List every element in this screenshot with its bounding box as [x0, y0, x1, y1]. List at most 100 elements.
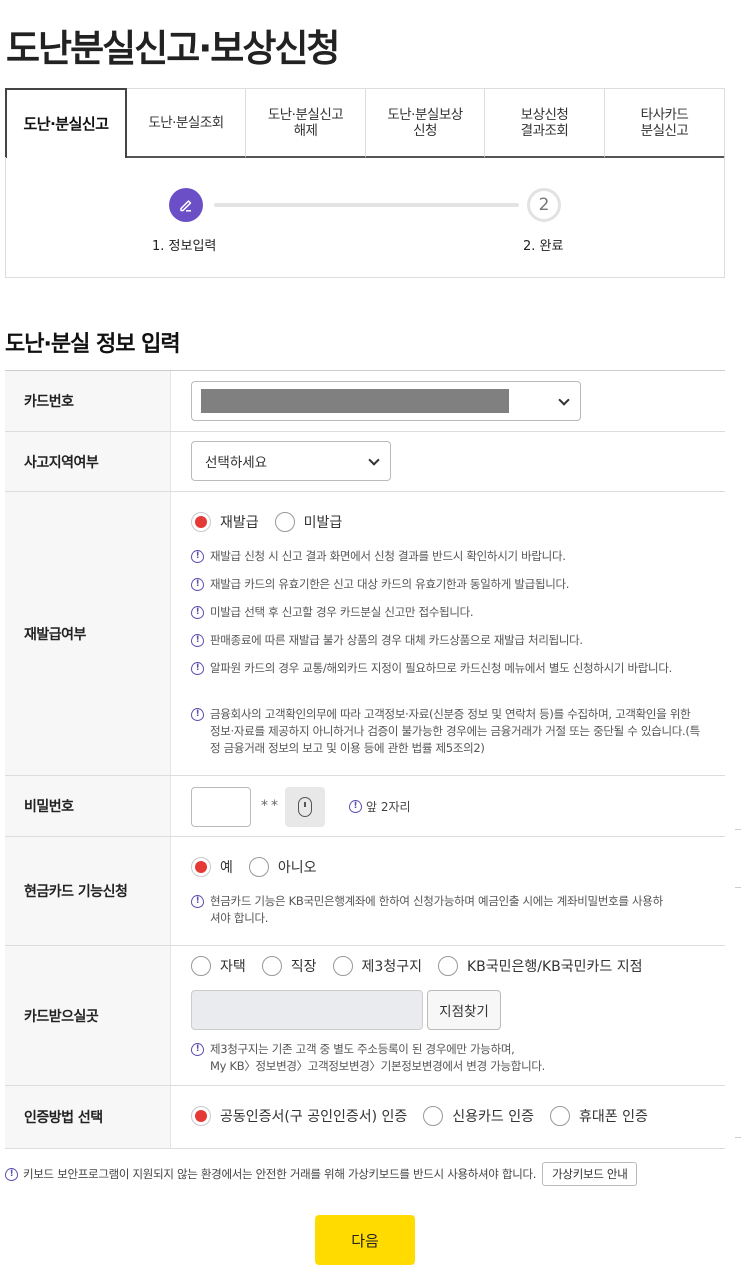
auth-label: 인증방법 선택	[5, 1086, 171, 1148]
card-number-select[interactable]	[191, 381, 581, 421]
radio-auth-credit-card-label: 신용카드 인증	[452, 1109, 534, 1125]
mouse-icon	[298, 797, 312, 817]
masked-card-number	[201, 389, 509, 413]
radio-third-address-label: 제3청구지	[361, 959, 422, 975]
divider	[735, 887, 741, 888]
radio-work[interactable]: 직장	[261, 956, 317, 976]
card-number-label: 카드번호	[5, 371, 171, 431]
tab-other-card-report[interactable]: 타사카드 분실신고	[605, 88, 725, 158]
radio-auth-phone[interactable]: 휴대폰 인증	[550, 1106, 648, 1126]
radio-cash-yes[interactable]: 예	[191, 857, 233, 877]
radio-auth-certificate-dot[interactable]	[191, 1106, 211, 1126]
password-masked-digits: **	[261, 798, 281, 814]
reissue-note-4-text: 판매종료에 따른 재발급 불가 상품의 경우 대체 카드상품으로 재발급 처리됩…	[210, 633, 583, 647]
reissue-label: 재발급여부	[5, 492, 171, 775]
info-icon: !	[191, 895, 204, 908]
virtual-keyboard-guide-button[interactable]: 가상키보드 안내	[542, 1162, 638, 1186]
password-hint-text: 앞 2자리	[366, 800, 411, 814]
radio-home-dot[interactable]	[191, 956, 211, 976]
info-icon: !	[191, 662, 204, 675]
cash-card-radio-group: 예 아니오	[191, 857, 333, 877]
branch-address-input[interactable]	[191, 990, 423, 1030]
row-password: 비밀번호 ** ! 앞 2자리	[5, 776, 725, 837]
radio-reissue-dot[interactable]	[191, 512, 211, 532]
reissue-note-1: ! 재발급 신청 시 신고 결과 화면에서 신청 결과를 반드시 확인하시기 바랍…	[191, 548, 701, 565]
radio-cash-no-dot[interactable]	[248, 857, 269, 877]
reissue-note-6: ! 금융회사의 고객확인의무에 따라 고객정보·자료(신분증 정보 및 연락처 등…	[191, 706, 701, 757]
radio-cash-yes-dot[interactable]	[191, 857, 211, 877]
page-title: 도난분실신고·보상신청	[6, 27, 340, 70]
delivery-note: ! 제3청구지는 기존 고객 중 별도 주소등록이 된 경우에만 가능하며, M…	[191, 1041, 671, 1075]
tab-theft-loss-inquiry[interactable]: 도난·분실조회	[127, 88, 246, 158]
row-auth: 인증방법 선택 공동인증서(구 공인인증서) 인증 신용카드 인증 휴대폰 인증	[5, 1086, 725, 1149]
tab-report-cancel[interactable]: 도난·분실신고 해제	[246, 88, 366, 158]
password-hint: ! 앞 2자리	[349, 798, 411, 815]
info-icon: !	[191, 708, 204, 721]
step-2-label: 2. 완료	[523, 239, 564, 254]
auth-radio-group: 공동인증서(구 공인인증서) 인증 신용카드 인증 휴대폰 인증	[191, 1106, 664, 1126]
divider	[735, 1137, 741, 1138]
info-icon: !	[191, 606, 204, 619]
tab-theft-loss-report[interactable]: 도난·분실신고	[5, 88, 127, 158]
radio-reissue-label: 재발급	[220, 515, 259, 531]
radio-home[interactable]: 자택	[191, 956, 246, 976]
delivery-label: 카드받으실곳	[5, 946, 171, 1085]
delivery-radio-group: 자택 직장 제3청구지 KB국민은행/KB국민카드 지점	[191, 956, 659, 976]
find-branch-button[interactable]: 지점찾기	[427, 990, 501, 1030]
region-select[interactable]: 선택하세요	[191, 441, 391, 481]
info-icon: !	[5, 1167, 18, 1181]
tab-bar: 도난·분실신고 도난·분실조회 도난·분실신고 해제 도난·분실보상 신청 보상…	[5, 88, 725, 158]
region-select-value: 선택하세요	[205, 455, 268, 471]
reissue-note-2: ! 재발급 카드의 유효기한은 신고 대상 카드의 유효기한과 동일하게 발급됩니…	[191, 576, 701, 593]
radio-work-dot[interactable]	[261, 956, 282, 976]
radio-third-address[interactable]: 제3청구지	[332, 956, 422, 976]
keyboard-security-note: ! 키보드 보안프로그램이 지원되지 않는 환경에서는 안전한 거래를 위해 가…	[5, 1162, 638, 1186]
radio-branch[interactable]: KB국민은행/KB국민카드 지점	[437, 956, 643, 976]
section-title: 도난·분실 정보 입력	[5, 332, 181, 357]
divider	[735, 829, 741, 830]
tab-compensation-result[interactable]: 보상신청 결과조회	[485, 88, 605, 158]
radio-reissue[interactable]: 재발급	[191, 512, 259, 532]
info-icon: !	[191, 578, 204, 591]
row-card-number: 카드번호	[5, 371, 725, 432]
radio-branch-dot[interactable]	[437, 956, 458, 976]
reissue-note-6-text: 금융회사의 고객확인의무에 따라 고객정보·자료(신분증 정보 및 연락처 등)…	[210, 707, 700, 755]
radio-auth-certificate[interactable]: 공동인증서(구 공인인증서) 인증	[191, 1106, 407, 1126]
radio-no-reissue-label: 미발급	[303, 515, 343, 531]
info-icon: !	[349, 800, 362, 813]
row-cash-card: 현금카드 기능신청 예 아니오 ! 현금카드 기능은 KB국민은행계좌에 한하여 …	[5, 837, 725, 946]
radio-no-reissue[interactable]: 미발급	[274, 512, 343, 532]
radio-no-reissue-dot[interactable]	[274, 512, 295, 532]
reissue-note-5: ! 알파원 카드의 경우 교통/해외카드 지정이 필요하므로 카드신청 메뉴에서 …	[191, 660, 701, 677]
virtual-keyboard-button[interactable]	[285, 787, 325, 827]
info-icon: !	[191, 1043, 204, 1056]
region-label: 사고지역여부	[5, 432, 171, 491]
reissue-note-3-text: 미발급 선택 후 신고할 경우 카드분실 신고만 접수됩니다.	[210, 605, 474, 619]
delivery-note-line2: My KB〉정보변경〉고객정보변경〉기본정보변경에서 변경 가능합니다.	[210, 1059, 545, 1073]
radio-auth-phone-dot[interactable]	[550, 1106, 570, 1126]
step-indicator: 2 1. 정보입력 2. 완료	[5, 157, 725, 278]
chevron-down-icon	[558, 394, 570, 406]
reissue-radio-group: 재발급 미발급	[191, 512, 358, 532]
reissue-note-2-text: 재발급 카드의 유효기한은 신고 대상 카드의 유효기한과 동일하게 발급됩니다…	[210, 577, 570, 591]
radio-branch-label: KB국민은행/KB국민카드 지점	[466, 959, 643, 975]
radio-auth-credit-card[interactable]: 신용카드 인증	[423, 1106, 534, 1126]
next-button[interactable]: 다음	[315, 1215, 415, 1265]
reissue-note-5-text: 알파원 카드의 경우 교통/해외카드 지정이 필요하므로 카드신청 메뉴에서 별…	[210, 661, 672, 675]
password-input[interactable]	[191, 787, 251, 827]
password-label: 비밀번호	[5, 776, 171, 836]
keyboard-security-note-text: 키보드 보안프로그램이 지원되지 않는 환경에서는 안전한 거래를 위해 가상키…	[23, 1167, 537, 1181]
reissue-note-4: ! 판매종료에 따른 재발급 불가 상품의 경우 대체 카드상품으로 재발급 처리…	[191, 632, 701, 649]
radio-auth-credit-card-dot[interactable]	[423, 1106, 444, 1126]
reissue-note-3: ! 미발급 선택 후 신고할 경우 카드분실 신고만 접수됩니다.	[191, 604, 701, 621]
cash-card-note: ! 현금카드 기능은 KB국민은행계좌에 한하여 신청가능하며 예금인출 시에는 …	[191, 893, 671, 927]
tab-compensation-request[interactable]: 도난·분실보상 신청	[366, 88, 485, 158]
row-delivery: 카드받으실곳 자택 직장 제3청구지 KB국민은행/KB국민카드 지점 지점찾기…	[5, 946, 725, 1086]
radio-auth-phone-label: 휴대폰 인증	[579, 1109, 648, 1125]
delivery-note-line1: 제3청구지는 기존 고객 중 별도 주소등록이 된 경우에만 가능하며,	[210, 1042, 515, 1056]
radio-cash-no[interactable]: 아니오	[248, 857, 317, 877]
info-form: 카드번호 사고지역여부 선택하세요 재발급여부 재발급 미발급 ! 재발급 신청 …	[5, 370, 725, 1149]
radio-third-address-dot[interactable]	[332, 956, 353, 976]
row-reissue: 재발급여부 재발급 미발급 ! 재발급 신청 시 신고 결과 화면에서 신청 결과…	[5, 492, 725, 776]
chevron-down-icon	[368, 454, 380, 466]
